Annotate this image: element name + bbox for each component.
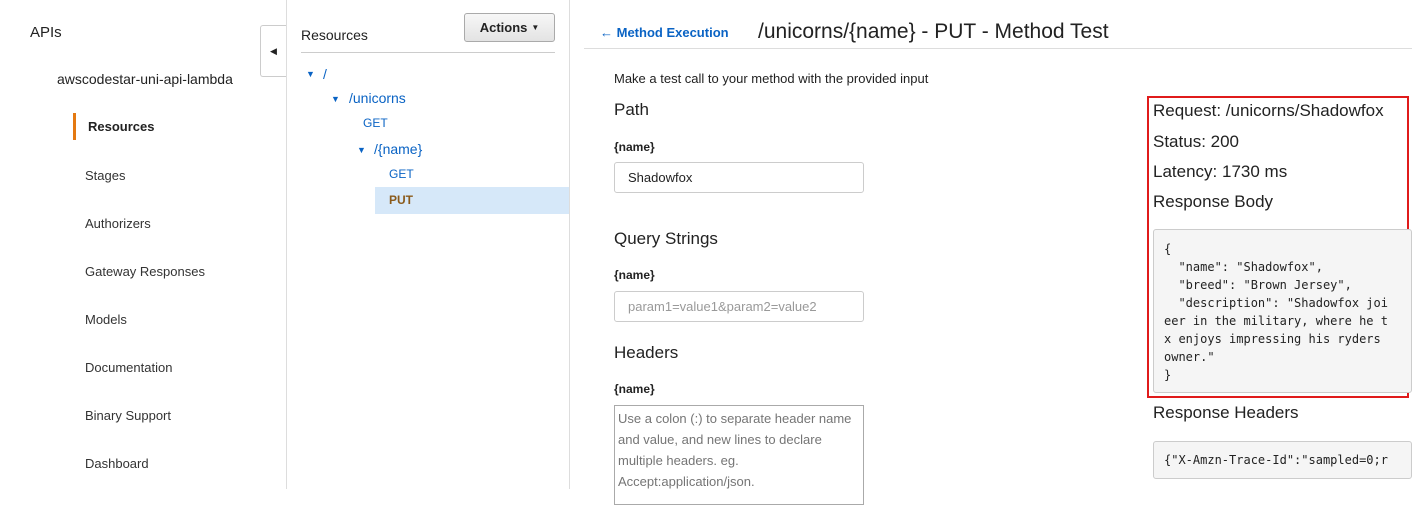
expand-triangle-icon[interactable]: ▼ — [306, 69, 315, 79]
intro-text: Make a test call to your method with the… — [614, 71, 929, 86]
path-name-input[interactable] — [614, 162, 864, 193]
latency-text: Latency: 1730 ms — [1153, 162, 1288, 181]
actions-dropdown-button[interactable]: Actions ▼ — [464, 13, 555, 42]
path-name-label: {name} — [614, 140, 655, 154]
query-name-label: {name} — [614, 268, 655, 282]
nav-item-models[interactable]: Models — [85, 312, 127, 327]
method-execution-label: Method Execution — [616, 25, 729, 40]
resources-panel — [287, 0, 570, 489]
tree-item-unicorns[interactable]: /unicorns — [349, 90, 406, 106]
left-navigation: APIs awscodestar-uni-api-lambda Resource… — [0, 0, 287, 489]
active-nav-marker — [73, 113, 76, 140]
tree-method-put[interactable]: PUT — [389, 193, 413, 207]
divider — [584, 48, 1412, 49]
divider — [301, 52, 555, 53]
nav-item-dashboard[interactable]: Dashboard — [85, 456, 149, 471]
query-strings-input[interactable] — [614, 291, 864, 322]
path-section-title: Path — [614, 100, 649, 119]
tree-method-get[interactable]: GET — [363, 116, 388, 130]
tree-item-root[interactable]: / — [323, 66, 327, 82]
response-body-title: Response Body — [1153, 192, 1274, 211]
nav-item-stages[interactable]: Stages — [85, 168, 125, 183]
page-title: /unicorns/{name} - PUT - Method Test — [758, 20, 1109, 43]
actions-label: Actions — [479, 20, 528, 35]
tree-item-name[interactable]: /{name} — [374, 141, 422, 157]
collapse-sidebar-button[interactable]: ◀ — [260, 25, 286, 77]
method-execution-link[interactable]: ← Method Execution — [600, 25, 729, 40]
headers-name-label: {name} — [614, 382, 655, 396]
nav-item-resources[interactable]: Resources — [88, 119, 154, 134]
nav-item-gateway-responses[interactable]: Gateway Responses — [85, 264, 205, 279]
nav-item-documentation[interactable]: Documentation — [85, 360, 172, 375]
expand-triangle-icon[interactable]: ▼ — [331, 94, 340, 104]
response-headers[interactable]: {"X-Amzn-Trace-Id":"sampled=0;r — [1153, 441, 1412, 479]
response-headers-title: Response Headers — [1153, 403, 1299, 422]
expand-triangle-icon[interactable]: ▼ — [357, 145, 366, 155]
query-strings-section-title: Query Strings — [614, 229, 718, 248]
caret-down-icon: ▼ — [531, 23, 540, 32]
arrow-left-icon: ← — [600, 25, 613, 40]
api-name[interactable]: awscodestar-uni-api-lambda — [57, 71, 233, 87]
status-text: Status: 200 — [1153, 132, 1240, 151]
resources-title: Resources — [301, 27, 368, 43]
response-body[interactable]: { "name": "Shadowfox", "breed": "Brown J… — [1153, 229, 1412, 393]
nav-item-binary-support[interactable]: Binary Support — [85, 408, 171, 423]
request-text: Request: /unicorns/Shadowfox — [1153, 101, 1384, 120]
headers-section-title: Headers — [614, 343, 679, 362]
apis-link[interactable]: APIs — [30, 24, 62, 41]
nav-item-authorizers[interactable]: Authorizers — [85, 216, 151, 231]
tree-method-get[interactable]: GET — [389, 167, 414, 181]
chevron-left-icon: ◀ — [270, 45, 277, 56]
headers-textarea[interactable] — [614, 405, 864, 505]
